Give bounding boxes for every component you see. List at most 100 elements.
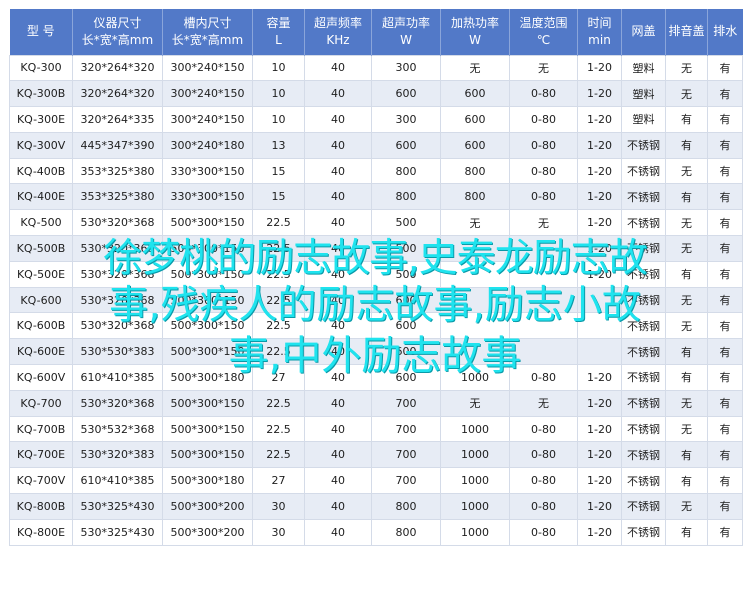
table-cell: 有: [665, 131, 708, 159]
table-cell: KQ-400B: [9, 157, 73, 185]
table-cell: 0-80: [509, 415, 578, 443]
table-cell: 不锈钢: [621, 157, 666, 185]
table-cell: 300*240*150: [162, 80, 253, 108]
table-cell: 1-20: [577, 415, 622, 443]
table-cell: 有: [707, 441, 743, 469]
table-cell: 无: [509, 389, 578, 417]
table-cell: 1-20: [577, 493, 622, 520]
table-cell: 300: [371, 106, 441, 133]
table-cell: 有: [707, 209, 743, 237]
table-cell: 800: [371, 518, 441, 546]
table-cell: 22.5: [252, 415, 305, 443]
table-cell: 1-20: [577, 106, 622, 133]
table-cell: 1-20: [577, 54, 622, 82]
table-cell: 353*325*380: [72, 183, 163, 211]
table-cell: 500: [371, 209, 441, 237]
table-cell: 1000: [440, 415, 510, 443]
column-header-label: 仪器尺寸: [93, 15, 142, 30]
table-cell: 30: [252, 493, 305, 520]
column-header: 温度范围 ℃: [509, 9, 578, 55]
table-cell: 0-80: [509, 131, 578, 159]
table-cell: 353*325*380: [72, 157, 163, 185]
table-cell: 有: [707, 54, 743, 82]
table-cell: 300: [371, 54, 441, 82]
table-cell: 不锈钢: [621, 493, 666, 520]
column-header: 型 号: [9, 9, 73, 55]
table-cell: 600: [371, 131, 441, 159]
table-cell: 500*300*150: [162, 415, 253, 443]
column-header-label: 加热功率: [450, 15, 499, 30]
table-cell: 不锈钢: [621, 131, 666, 159]
table-cell: 800: [440, 157, 510, 185]
table-cell: 1-20: [577, 183, 622, 211]
table-cell: KQ-500: [9, 209, 73, 237]
column-header-unit: 长*宽*高mm: [81, 32, 154, 47]
table-cell: 有: [665, 441, 708, 469]
table-row: KQ-400B 353*325*380 330*300*150 15 40 800 800 0…: [9, 157, 743, 185]
table-cell: 530*320*368: [72, 209, 163, 237]
column-header-label: 型 号: [26, 24, 55, 39]
table-cell: 700: [371, 389, 441, 417]
table-cell: 530*325*430: [72, 518, 163, 546]
table-cell: 40: [304, 493, 372, 520]
column-header: 超声频率 KHz: [304, 9, 372, 55]
table-cell: 无: [440, 209, 510, 237]
table-row: KQ-300V 445*347*390 300*240*180 13 40 600 600 0…: [9, 131, 743, 159]
table-cell: 40: [304, 209, 372, 237]
table-cell: 15: [252, 183, 305, 211]
table-cell: 塑料: [621, 80, 666, 108]
table-cell: 600: [440, 131, 510, 159]
table-cell: 无: [665, 389, 708, 417]
column-header: 网盖: [621, 9, 666, 55]
table-cell: 无: [440, 54, 510, 82]
table-cell: 600: [371, 80, 441, 108]
table-cell: 有: [707, 183, 743, 211]
table-cell: 不锈钢: [621, 183, 666, 211]
table-cell: 530*325*430: [72, 493, 163, 520]
table-cell: 有: [665, 518, 708, 546]
table-cell: 40: [304, 441, 372, 469]
column-header-unit: KHz: [326, 32, 350, 47]
table-cell: 15: [252, 157, 305, 185]
table-cell: 1-20: [577, 131, 622, 159]
column-header: 容量 L: [252, 9, 305, 55]
table-cell: 1-20: [577, 209, 622, 237]
table-cell: 300*240*180: [162, 131, 253, 159]
table-cell: 445*347*390: [72, 131, 163, 159]
column-header-label: 排水: [713, 24, 738, 39]
table-cell: KQ-800E: [9, 518, 73, 546]
column-header-unit: min: [588, 32, 611, 47]
table-row: KQ-700B 530*532*368 500*300*150 22.5 40 700 10…: [9, 415, 743, 443]
table-cell: 无: [509, 54, 578, 82]
table-cell: 500*300*150: [162, 441, 253, 469]
table-cell: 有: [707, 415, 743, 443]
column-header-label: 超声频率: [313, 15, 362, 30]
column-header-unit: W: [400, 32, 412, 47]
table-cell: 不锈钢: [621, 389, 666, 417]
table-cell: 40: [304, 106, 372, 133]
table-cell: 500*300*200: [162, 518, 253, 546]
table-cell: 1-20: [577, 441, 622, 469]
table-cell: 330*300*150: [162, 183, 253, 211]
table-cell: 500*300*200: [162, 493, 253, 520]
table-row: KQ-300E 320*264*335 300*240*150 10 40 300 600 0…: [9, 106, 743, 133]
table-cell: 无: [665, 54, 708, 82]
column-header-label: 温度范围: [519, 15, 568, 30]
table-cell: 不锈钢: [621, 441, 666, 469]
column-header-label: 槽内尺寸: [183, 15, 232, 30]
table-cell: 塑料: [621, 106, 666, 133]
table-cell: 27: [252, 467, 305, 495]
table-cell: 无: [665, 493, 708, 520]
table-row: KQ-800E 530*325*430 500*300*200 30 40 800 1000…: [9, 518, 743, 546]
table-cell: 22.5: [252, 441, 305, 469]
table-cell: 530*320*368: [72, 389, 163, 417]
column-header-unit: 长*宽*高mm: [171, 32, 244, 47]
column-header: 仪器尺寸长*宽*高mm: [72, 9, 163, 55]
table-row: KQ-300 320*264*320 300*240*150 10 40 300 无无 1-2…: [9, 54, 743, 82]
table-cell: 有: [665, 183, 708, 211]
table-cell: 1-20: [577, 467, 622, 495]
table-cell: KQ-300: [9, 54, 73, 82]
table-cell: 不锈钢: [621, 518, 666, 546]
column-header: 排音盖: [665, 9, 708, 55]
table-cell: 10: [252, 80, 305, 108]
